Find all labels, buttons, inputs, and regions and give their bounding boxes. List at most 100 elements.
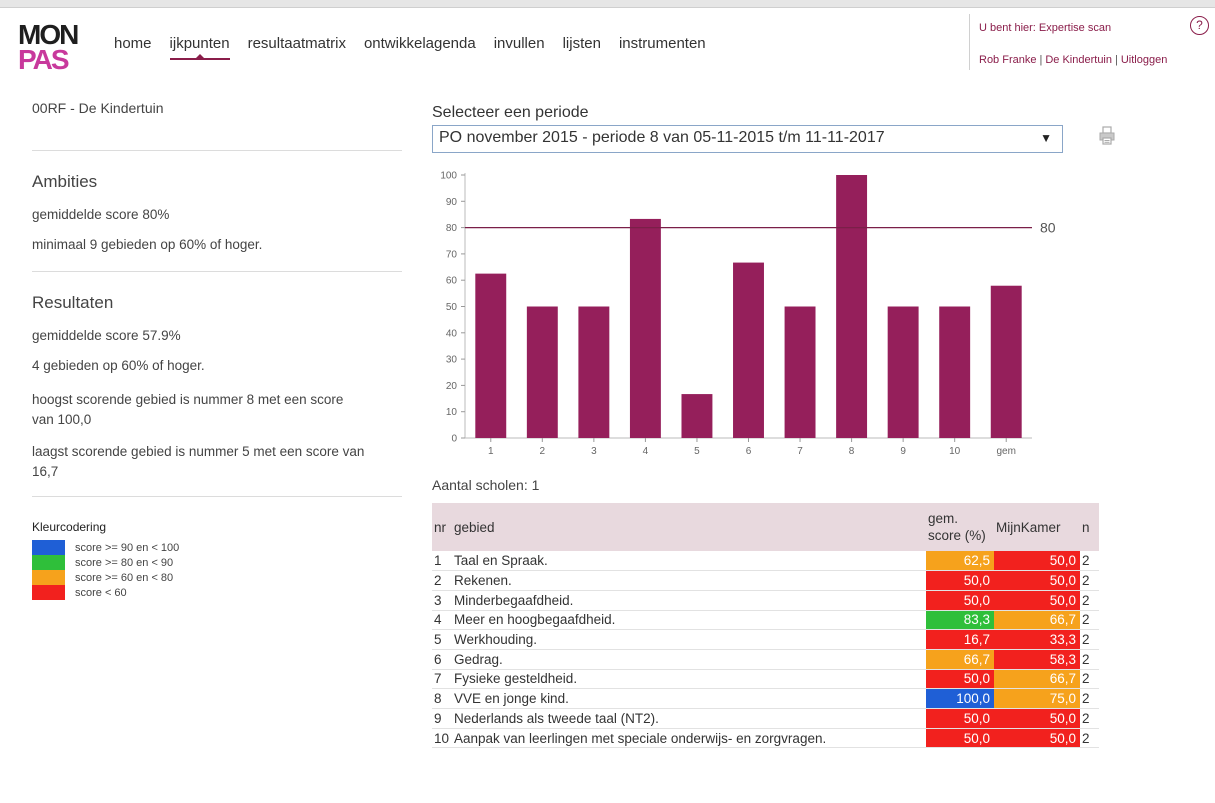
breadcrumb: U bent hier: Expertise scan [979,22,1112,34]
legend-label: score >= 90 en < 100 [75,541,180,554]
row-n: 2 [1080,649,1099,670]
separator: | [1039,54,1043,66]
x-tick-label: 8 [849,446,855,457]
help-icon[interactable]: ? [1190,16,1209,35]
row-nr: 9 [432,708,452,729]
y-tick-label: 40 [446,328,458,339]
chart-bar [836,175,868,438]
summary-panel: 00RF - De Kindertuin Ambities gemiddelde… [32,100,402,600]
nav-invullen[interactable]: invullen [494,35,545,60]
divider [32,150,402,151]
row-mijnkamer: 50,0 [994,590,1080,611]
row-gebied: Minderbegaafdheid. [452,590,926,611]
nav-lijsten[interactable]: lijsten [563,35,601,60]
col-mijnkamer[interactable]: MijnKamer [994,503,1080,551]
row-nr: 8 [432,688,452,709]
y-tick-label: 90 [446,197,458,208]
table-row: 9 Nederlands als tweede taal (NT2). 50,0 50… [432,708,1099,729]
row-nr: 2 [432,570,452,591]
row-gebied: Fysieke gesteldheid. [452,669,926,690]
row-score: 50,0 [926,590,994,611]
chart-bar [475,273,507,438]
chart-bar [629,218,661,438]
row-score: 62,5 [926,551,994,572]
legend-row: score >= 60 en < 80 [32,570,402,585]
row-mijnkamer: 50,0 [994,708,1080,729]
row-gebied: Aanpak van leerlingen met speciale onder… [452,728,926,749]
y-tick-label: 30 [446,355,458,366]
row-nr: 7 [432,669,452,690]
legend-row: score >= 80 en < 90 [32,555,402,570]
school-link[interactable]: De Kindertuin [1045,54,1112,66]
legend-row: score < 60 [32,585,402,600]
table-row: 8 VVE en jonge kind. 100,0 75,0 2 [432,688,1099,709]
row-nr: 1 [432,551,452,572]
target-line-label: 80 [1040,220,1056,236]
legend-swatch [32,570,65,585]
row-mijnkamer: 50,0 [994,570,1080,591]
chart-bar [939,306,971,438]
x-tick-label: 10 [949,446,961,457]
table-row: 6 Gedrag. 66,7 58,3 2 [432,649,1099,670]
row-n: 2 [1080,688,1099,709]
row-n: 2 [1080,570,1099,591]
y-tick-label: 0 [451,434,457,445]
col-nr[interactable]: nr [432,503,452,551]
legend-label: score >= 60 en < 80 [75,571,174,584]
logo-pas: PAS [18,44,70,75]
printer-icon[interactable] [1099,126,1115,146]
row-n: 2 [1080,551,1099,572]
row-n: 2 [1080,708,1099,729]
legend-label: score >= 80 en < 90 [75,556,174,569]
legend-row: score >= 90 en < 100 [32,540,402,555]
logout-link[interactable]: Uitloggen [1121,54,1167,66]
nav-resultaatmatrix[interactable]: resultaatmatrix [248,35,346,60]
nav-ijkpunten[interactable]: ijkpunten [169,35,230,60]
divider [32,271,402,272]
legend-title: Kleurcodering [32,520,107,534]
ambities-avg: gemiddelde score 80% [32,207,170,222]
table-row: 7 Fysieke gesteldheid. 50,0 66,7 2 [432,669,1099,690]
table-row: 10 Aanpak van leerlingen met speciale ond… [432,728,1099,749]
row-score: 66,7 [926,649,994,670]
separator: | [1115,54,1118,66]
table-row: 2 Rekenen. 50,0 50,0 2 [432,570,1099,591]
col-gebied[interactable]: gebied [452,503,926,551]
period-select[interactable]: PO november 2015 - periode 8 van 05-11-2… [432,125,1063,153]
chart-bar [784,306,816,438]
chart-bar [733,262,764,438]
row-n: 2 [1080,669,1099,690]
row-mijnkamer: 50,0 [994,728,1080,749]
table-row: 3 Minderbegaafdheid. 50,0 50,0 2 [432,590,1099,611]
divider [32,496,402,497]
row-nr: 10 [432,728,452,749]
header: MON PAS home ijkpunten resultaatmatrix o… [0,8,1215,78]
row-gebied: Gedrag. [452,649,926,670]
nav-instrumenten[interactable]: instrumenten [619,35,706,60]
chart-bar [526,306,558,438]
y-tick-label: 70 [446,249,458,260]
col-n[interactable]: n [1080,503,1099,551]
row-gebied: Nederlands als tweede taal (NT2). [452,708,926,729]
nav-home[interactable]: home [114,35,152,60]
monpas-logo[interactable]: MON PAS [18,21,82,80]
resultaten-count: 4 gebieden op 60% of hoger. [32,358,205,373]
row-mijnkamer: 33,3 [994,629,1080,650]
user-name-link[interactable]: Rob Franke [979,54,1036,66]
highest-area: hoogst scorende gebied is nummer 8 met e… [32,392,344,427]
nav-ontwikkelagenda[interactable]: ontwikkelagenda [364,35,476,60]
user-links: Rob Franke | De Kindertuin | Uitloggen [979,54,1167,66]
row-mijnkamer: 58,3 [994,649,1080,670]
row-score: 16,7 [926,629,994,650]
ambities-min: minimaal 9 gebieden op 60% of hoger. [32,237,263,252]
row-score: 100,0 [926,688,994,709]
row-gebied: Werkhouding. [452,629,926,650]
row-nr: 5 [432,629,452,650]
row-score: 50,0 [926,669,994,690]
user-box: U bent hier: Expertise scan ? Rob Franke… [969,14,1215,70]
row-score: 50,0 [926,728,994,749]
results-table: nr gebied gem. score (%) MijnKamer n 1 Ta… [432,503,1099,749]
row-n: 2 [1080,728,1099,749]
y-tick-label: 20 [446,381,458,392]
col-score[interactable]: gem. score (%) [926,503,994,551]
